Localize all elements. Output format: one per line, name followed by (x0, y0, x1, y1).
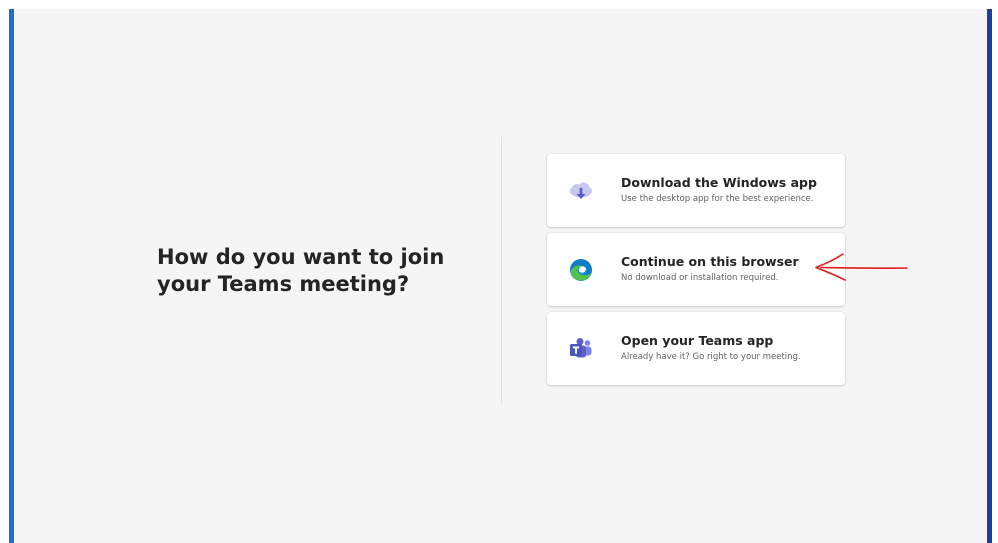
cloud-download-icon (568, 178, 594, 204)
download-windows-app-button[interactable]: Download the Windows app Use the desktop… (547, 154, 845, 227)
red-arrow-annotation (815, 253, 908, 281)
option-subtitle: No download or installation required. (621, 273, 779, 283)
open-teams-app-button[interactable]: Open your Teams app Already have it? Go … (547, 312, 845, 385)
teams-icon (568, 336, 594, 362)
option-title: Download the Windows app (621, 175, 817, 190)
option-title: Open your Teams app (621, 333, 774, 348)
window-frame: How do you want to join your Teams meeti… (0, 0, 998, 543)
edge-browser-icon (568, 257, 594, 283)
option-subtitle: Already have it? Go right to your meetin… (621, 352, 801, 362)
vertical-divider (501, 137, 502, 405)
right-accent-border (987, 9, 992, 543)
option-subtitle: Use the desktop app for the best experie… (621, 194, 814, 204)
continue-on-browser-button[interactable]: Continue on this browser No download or … (547, 233, 845, 306)
option-title: Continue on this browser (621, 254, 799, 269)
page-title: How do you want to join your Teams meeti… (157, 245, 445, 296)
